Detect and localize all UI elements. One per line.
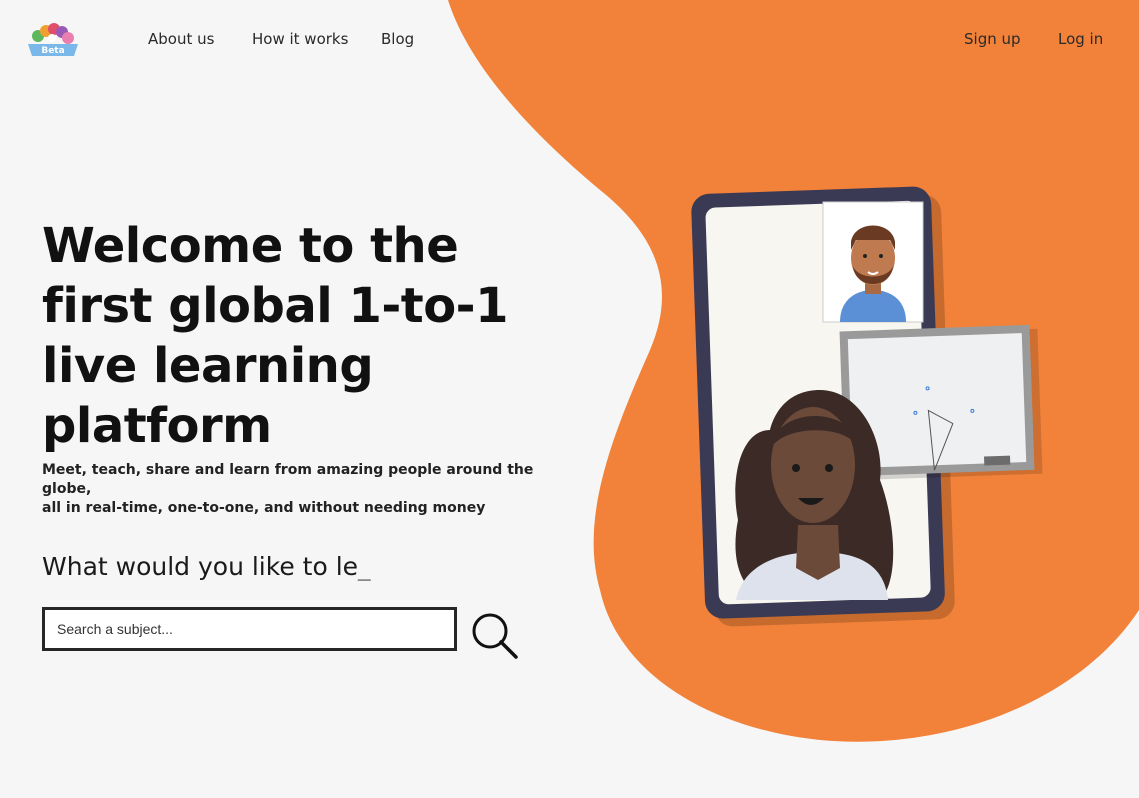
question-text: What would you like to le xyxy=(42,552,359,581)
hero-subtitle-line-1: Meet, teach, share and learn from amazin… xyxy=(42,462,534,497)
typing-cursor: _ xyxy=(358,552,371,581)
nav-blog[interactable]: Blog xyxy=(381,30,414,48)
logo-badge-text: Beta xyxy=(41,46,64,56)
hero-title: Welcome to the first global 1-to-1 live … xyxy=(42,218,509,454)
video-call-illustration xyxy=(691,186,1043,627)
hero-subtitle: Meet, teach, share and learn from amazin… xyxy=(42,461,562,518)
search-input[interactable] xyxy=(42,607,457,651)
typing-question: What would you like to le_ xyxy=(42,552,371,581)
remote-video-tile-icon xyxy=(822,201,924,323)
nav-about-us[interactable]: About us xyxy=(148,30,214,48)
brand-logo[interactable]: Beta xyxy=(26,22,80,60)
sign-up-link[interactable]: Sign up xyxy=(964,30,1021,48)
log-in-link[interactable]: Log in xyxy=(1058,30,1103,48)
hero-subtitle-line-2: all in real-time, one-to-one, and withou… xyxy=(42,500,486,516)
nav-how-it-works[interactable]: How it works xyxy=(252,30,348,48)
search-icon[interactable] xyxy=(470,611,520,661)
